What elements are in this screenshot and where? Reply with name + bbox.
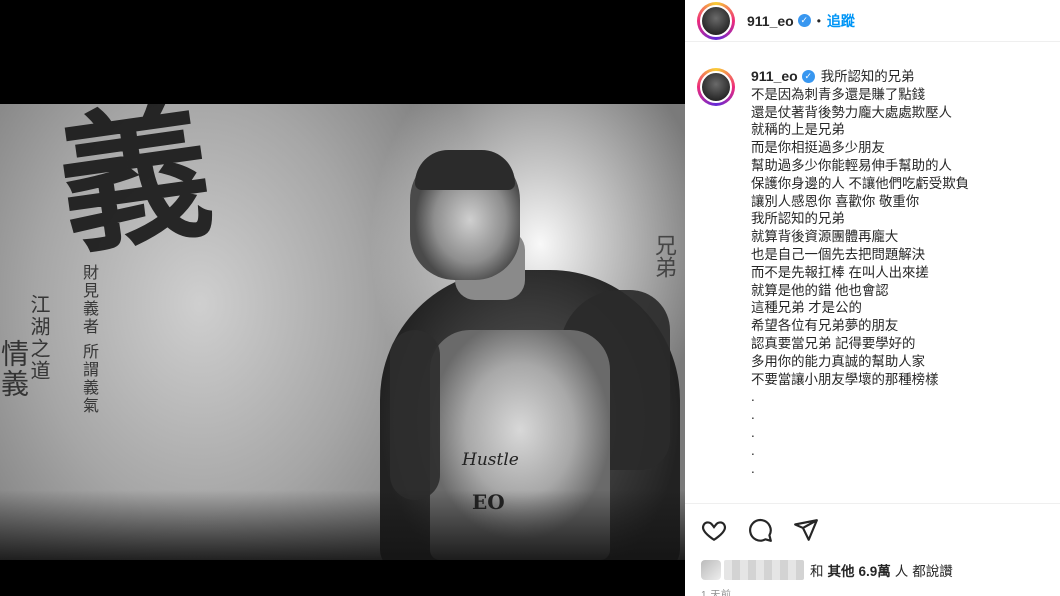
caption-line: 多用你的能力真誠的幫助人家 (751, 353, 926, 369)
likes-count: 6.9萬 (858, 564, 891, 579)
caption-line: 我所認知的兄弟 (751, 211, 845, 227)
post-actions (701, 517, 819, 543)
comment-icon[interactable] (747, 517, 773, 543)
divider (685, 503, 1060, 504)
caption-line: 幫助過多少你能輕易伸手幫助的人 (751, 157, 952, 173)
liker-avatar (701, 560, 721, 580)
caption-line: 不要當讓小朋友學壞的那種榜樣 (751, 371, 939, 387)
caption-avatar-image (700, 71, 732, 103)
calligraphy-right: 兄弟 (651, 234, 676, 278)
likes-others: 其他 (827, 564, 855, 579)
caption-line: 而是你相挺過多少朋友 (751, 140, 885, 156)
post-header: 911_eo ✓ • 追蹤 (685, 0, 1060, 42)
caption-line: . (751, 424, 755, 440)
caption-line: 就稱的上是兄弟 (751, 122, 845, 138)
caption-line: 也是自己一個先去把問題解決 (751, 246, 926, 262)
caption-avatar[interactable] (697, 68, 735, 106)
tattoo-text-hustle: Hustle (462, 450, 519, 470)
caption-verified-badge-icon: ✓ (801, 70, 815, 84)
caption-line: 我所認知的兄弟 (820, 69, 915, 84)
caption-first-line: 911_eo ✓ 我所認知的兄弟 (751, 68, 969, 86)
caption-line: . (751, 442, 755, 458)
caption-line: . (751, 460, 755, 476)
calligraphy-col1: 江湖之道 (27, 294, 51, 382)
header-username[interactable]: 911_eo (747, 13, 794, 29)
verified-badge-icon: ✓ (797, 14, 811, 27)
post-photo: 義 江湖之道 情義 財見義者 所謂義氣 兄弟 Hustle EO (0, 104, 685, 560)
caption-line: 就算是他的錯 他也會認 (751, 282, 889, 298)
likes-prefix: 和 (810, 564, 824, 579)
caption-line: 讓別人感恩你 喜歡你 敬重你 (751, 193, 920, 209)
calligraphy-main: 義 (48, 104, 222, 277)
avatar[interactable] (697, 1, 735, 40)
caption-line: 而不是先報扛棒 在叫人出來搓 (751, 264, 929, 280)
photo-shadow (0, 490, 685, 560)
caption-line: 保護你身邊的人 不讓他們吃虧受欺負 (751, 175, 969, 191)
follow-button[interactable]: 追蹤 (827, 11, 855, 31)
separator-dot: • (816, 13, 821, 28)
caption-username[interactable]: 911_eo (751, 68, 798, 86)
tattoo-arm (390, 330, 440, 500)
likes-summary[interactable]: 和 其他 6.9萬 人 都說讚 (701, 560, 953, 580)
caption: 911_eo ✓ 我所認知的兄弟 不是因為刺青多還是賺了點錢還是仗著背後勢力龐大… (697, 68, 1050, 508)
post-side-panel: 911_eo ✓ • 追蹤 911_eo ✓ 我所認知的兄弟 不是因為刺青多還是… (685, 0, 1060, 596)
heart-icon[interactable] (701, 517, 727, 543)
calligraphy-col3: 財見義者 所謂義氣 (80, 264, 99, 416)
liker-name-blurred (724, 560, 804, 580)
caption-line: 不是因為刺青多還是賺了點錢 (751, 86, 926, 102)
caption-line: . (751, 389, 755, 405)
avatar-image (700, 4, 732, 37)
caption-line: 認真要當兄弟 記得要學好的 (751, 335, 916, 351)
likes-person: 人 (894, 564, 909, 579)
caption-line: 還是仗著背後勢力龐大處處欺壓人 (751, 104, 952, 120)
calligraphy-col2: 情義 (0, 339, 30, 399)
person-hair (415, 150, 515, 190)
post-time[interactable]: 1 天前 (701, 586, 731, 596)
caption-line: 這種兄弟 才是公的 (751, 300, 862, 316)
likes-suffix: 都說讚 (912, 564, 953, 579)
caption-body: 911_eo ✓ 我所認知的兄弟 不是因為刺青多還是賺了點錢還是仗著背後勢力龐大… (751, 68, 969, 508)
caption-line: 希望各位有兄弟夢的朋友 (751, 318, 899, 334)
caption-line: . (751, 407, 755, 423)
post-media[interactable]: 義 江湖之道 情義 財見義者 所謂義氣 兄弟 Hustle EO (0, 0, 685, 596)
share-icon[interactable] (793, 517, 819, 543)
caption-line: 就算背後資源團體再龐大 (751, 229, 899, 245)
